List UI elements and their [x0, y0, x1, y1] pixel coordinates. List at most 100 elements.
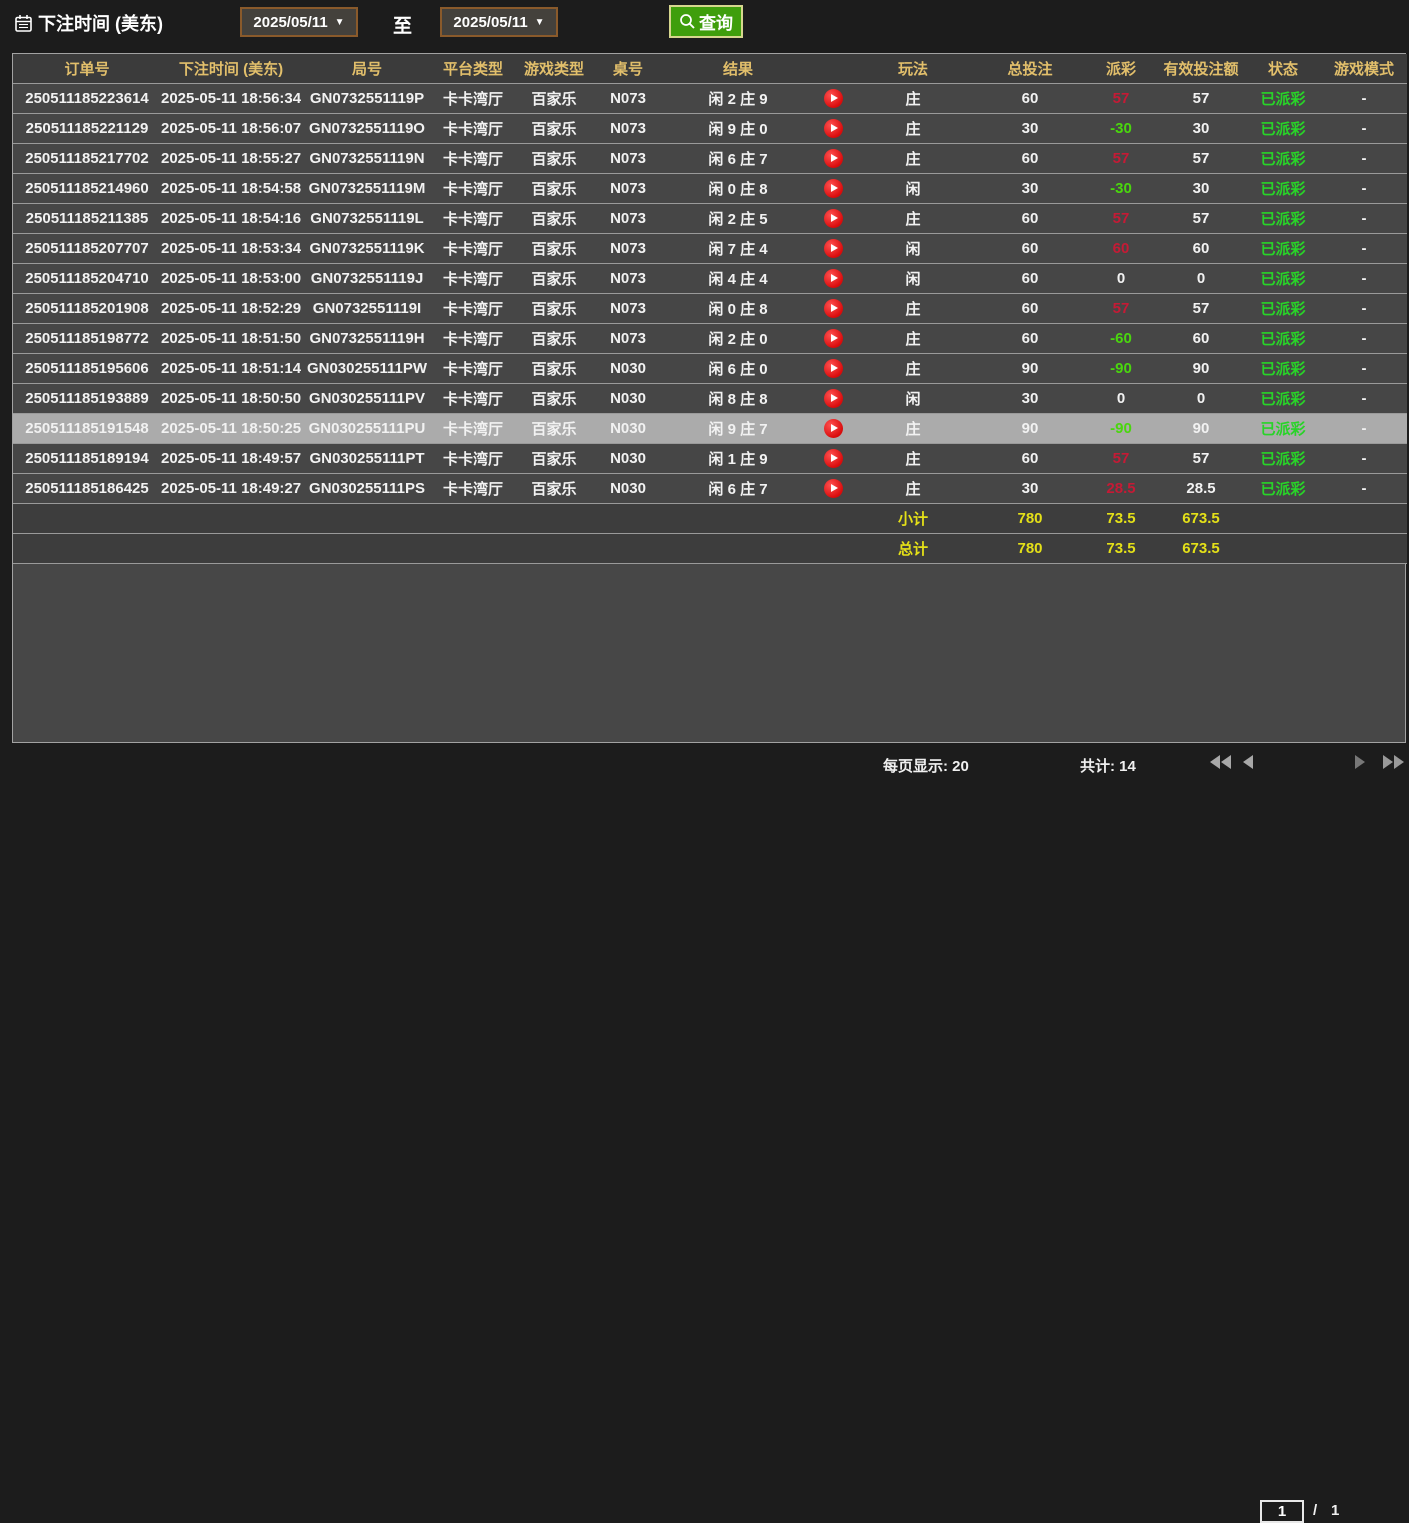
last-page-button[interactable]	[1383, 755, 1404, 769]
cell-game-mode: -	[1321, 413, 1407, 443]
table-row[interactable]: 2505111852077072025-05-11 18:53:34GN0732…	[13, 233, 1407, 263]
play-video-button[interactable]	[824, 419, 843, 438]
cell-bet-type: 庄	[851, 443, 975, 473]
next-page-button[interactable]	[1355, 755, 1365, 769]
table-row[interactable]: 2505111852149602025-05-11 18:54:58GN0732…	[13, 173, 1407, 203]
date-to-select[interactable]: 2025/05/11 ▼	[440, 7, 558, 37]
cell-game-type: 百家乐	[513, 323, 595, 353]
cell-game-mode: -	[1321, 263, 1407, 293]
cell-order: 250511185221129	[13, 113, 161, 143]
cell-game-mode: -	[1321, 233, 1407, 263]
column-header: 游戏类型	[513, 54, 595, 83]
cell-round-number: GN030255111PS	[301, 473, 433, 503]
cell-round-number: GN0732551119I	[301, 293, 433, 323]
cell-bet-time: 2025-05-11 18:53:34	[161, 233, 301, 263]
total-row-valid-bet: 673.5	[1157, 533, 1245, 563]
cell-order: 250511185201908	[13, 293, 161, 323]
play-video-button[interactable]	[824, 359, 843, 378]
cell-table-number: N030	[595, 443, 661, 473]
cell-bet-type: 庄	[851, 143, 975, 173]
play-video-button[interactable]	[824, 89, 843, 108]
cell-game-mode: -	[1321, 143, 1407, 173]
cell-result: 闲 0 庄 8	[661, 173, 815, 203]
pagination-bar: 每页显示: 20 共计: 14 / 1	[0, 747, 1409, 781]
cell-empty	[1245, 533, 1407, 563]
cell-order: 250511185191548	[13, 413, 161, 443]
cell-bet-type: 庄	[851, 323, 975, 353]
first-page-button[interactable]	[1210, 755, 1231, 769]
page-total: 1	[1331, 1502, 1339, 1519]
play-video-button[interactable]	[824, 329, 843, 348]
column-header: 状态	[1245, 54, 1321, 83]
table-row[interactable]: 2505111852019082025-05-11 18:52:29GN0732…	[13, 293, 1407, 323]
table-row[interactable]: 2505111851938892025-05-11 18:50:50GN0302…	[13, 383, 1407, 413]
play-video-button[interactable]	[824, 119, 843, 138]
cell-bet-time: 2025-05-11 18:51:14	[161, 353, 301, 383]
date-from-select[interactable]: 2025/05/11 ▼	[240, 7, 358, 37]
grand-total-label: 共计: 14	[1080, 755, 1136, 776]
cell-status: 已派彩	[1245, 83, 1321, 113]
cell-result: 闲 0 庄 8	[661, 293, 815, 323]
cell-round-number: GN0732551119J	[301, 263, 433, 293]
cell-order: 250511185223614	[13, 83, 161, 113]
page-number-input[interactable]	[1260, 1500, 1304, 1523]
play-icon	[831, 124, 838, 132]
cell-total-bet: 30	[975, 173, 1085, 203]
play-video-button[interactable]	[824, 179, 843, 198]
table-row[interactable]: 2505111851864252025-05-11 18:49:27GN0302…	[13, 473, 1407, 503]
cell-total-bet: 30	[975, 473, 1085, 503]
play-video-button[interactable]	[824, 209, 843, 228]
cell-table-number: N073	[595, 293, 661, 323]
cell-platform-type: 卡卡湾厅	[433, 413, 513, 443]
per-page-label: 每页显示: 20	[883, 755, 969, 776]
cell-valid-bet: 90	[1157, 353, 1245, 383]
toolbar: 下注时间 (美东) 2025/05/11 ▼ 至 2025/05/11 ▼ 查询	[0, 0, 1409, 53]
cell-total-bet: 60	[975, 233, 1085, 263]
table-row[interactable]: 2505111851915482025-05-11 18:50:25GN0302…	[13, 413, 1407, 443]
table-row[interactable]: 2505111852177022025-05-11 18:55:27GN0732…	[13, 143, 1407, 173]
cell-game-mode: -	[1321, 323, 1407, 353]
cell-status: 已派彩	[1245, 293, 1321, 323]
cell-bet-type: 庄	[851, 83, 975, 113]
table-row[interactable]: 2505111852236142025-05-11 18:56:34GN0732…	[13, 83, 1407, 113]
cell-bet-time: 2025-05-11 18:53:00	[161, 263, 301, 293]
play-video-button[interactable]	[824, 269, 843, 288]
play-video-button[interactable]	[824, 479, 843, 498]
cell-valid-bet: 57	[1157, 203, 1245, 233]
play-video-button[interactable]	[824, 149, 843, 168]
cell-play	[815, 443, 851, 473]
cell-game-type: 百家乐	[513, 173, 595, 203]
chevron-down-icon: ▼	[535, 17, 545, 28]
cell-total-bet: 60	[975, 263, 1085, 293]
cell-result: 闲 2 庄 5	[661, 203, 815, 233]
cell-round-number: GN0732551119P	[301, 83, 433, 113]
cell-play	[815, 173, 851, 203]
cell-game-type: 百家乐	[513, 473, 595, 503]
cell-total-bet: 60	[975, 83, 1085, 113]
table-row[interactable]: 2505111852113852025-05-11 18:54:16GN0732…	[13, 203, 1407, 233]
cell-payout: 57	[1085, 443, 1157, 473]
table-row[interactable]: 2505111851891942025-05-11 18:49:57GN0302…	[13, 443, 1407, 473]
play-video-button[interactable]	[824, 449, 843, 468]
chevron-down-icon: ▼	[335, 17, 345, 28]
cell-order: 250511185217702	[13, 143, 161, 173]
table-row[interactable]: 2505111851987722025-05-11 18:51:50GN0732…	[13, 323, 1407, 353]
column-header-play	[815, 54, 851, 83]
query-button[interactable]: 查询	[669, 5, 743, 38]
table-row[interactable]: 2505111852047102025-05-11 18:53:00GN0732…	[13, 263, 1407, 293]
cell-bet-type: 庄	[851, 293, 975, 323]
table-row[interactable]: 2505111852211292025-05-11 18:56:07GN0732…	[13, 113, 1407, 143]
date-from-value: 2025/05/11	[253, 14, 327, 31]
cell-play	[815, 293, 851, 323]
column-header: 局号	[301, 54, 433, 83]
play-video-button[interactable]	[824, 389, 843, 408]
column-header: 总投注	[975, 54, 1085, 83]
play-video-button[interactable]	[824, 299, 843, 318]
play-video-button[interactable]	[824, 239, 843, 258]
cell-payout: -60	[1085, 323, 1157, 353]
prev-page-button[interactable]	[1243, 755, 1253, 769]
cell-result: 闲 9 庄 7	[661, 413, 815, 443]
column-header: 订单号	[13, 54, 161, 83]
table-row[interactable]: 2505111851956062025-05-11 18:51:14GN0302…	[13, 353, 1407, 383]
play-icon	[831, 424, 838, 432]
